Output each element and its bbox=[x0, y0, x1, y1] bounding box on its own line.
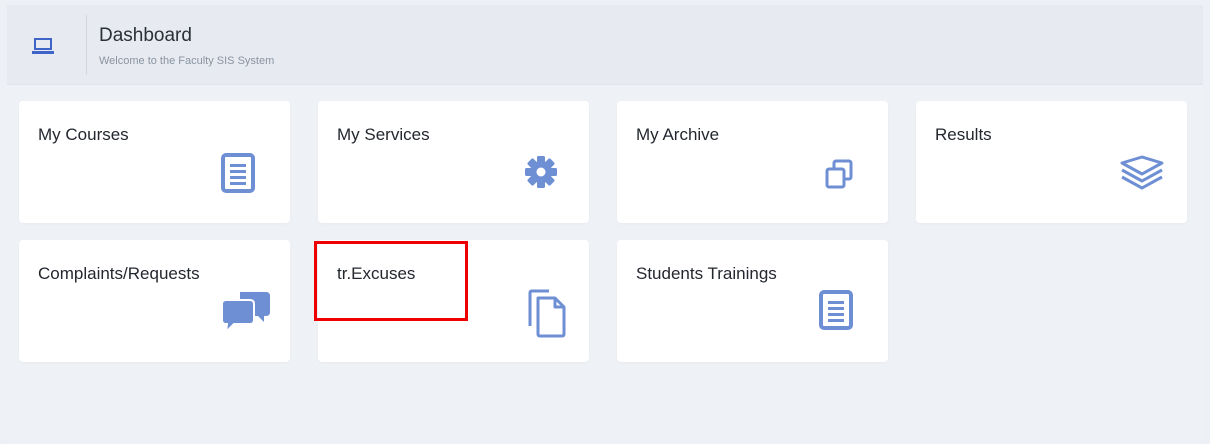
tile-label: My Courses bbox=[38, 125, 129, 144]
tile-label: Complaints/Requests bbox=[38, 264, 200, 283]
copy-icon bbox=[825, 159, 853, 189]
laptop-icon bbox=[32, 38, 54, 54]
page-subtitle: Welcome to the Faculty SIS System bbox=[99, 55, 275, 67]
header-icon-container bbox=[17, 15, 87, 75]
dashboard-frame: Dashboard Welcome to the Faculty SIS Sys… bbox=[7, 5, 1203, 441]
page-title: Dashboard bbox=[99, 25, 192, 46]
tile-my-services[interactable]: My Services bbox=[318, 101, 589, 223]
files-icon bbox=[528, 289, 566, 338]
tile-my-courses[interactable]: My Courses bbox=[19, 101, 290, 223]
tile-complaints-requests[interactable]: Complaints/Requests bbox=[19, 240, 290, 362]
document-lines-icon bbox=[221, 153, 255, 193]
gear-icon bbox=[525, 156, 557, 188]
tile-label: My Services bbox=[337, 125, 430, 144]
tile-label: Students Trainings bbox=[636, 264, 777, 283]
tile-label: Results bbox=[935, 125, 992, 144]
tile-students-trainings[interactable]: Students Trainings bbox=[617, 240, 888, 362]
document-lines-icon bbox=[819, 290, 853, 330]
page-header: Dashboard Welcome to the Faculty SIS Sys… bbox=[7, 5, 1203, 85]
chat-bubbles-icon bbox=[221, 292, 270, 335]
tile-label: tr.Excuses bbox=[337, 264, 416, 283]
layers-icon bbox=[1120, 155, 1164, 190]
tile-my-archive[interactable]: My Archive bbox=[617, 101, 888, 223]
tile-label: My Archive bbox=[636, 125, 720, 144]
tile-results[interactable]: Results bbox=[916, 101, 1187, 223]
tile-tr-excuses[interactable]: tr.Excuses bbox=[318, 240, 589, 362]
